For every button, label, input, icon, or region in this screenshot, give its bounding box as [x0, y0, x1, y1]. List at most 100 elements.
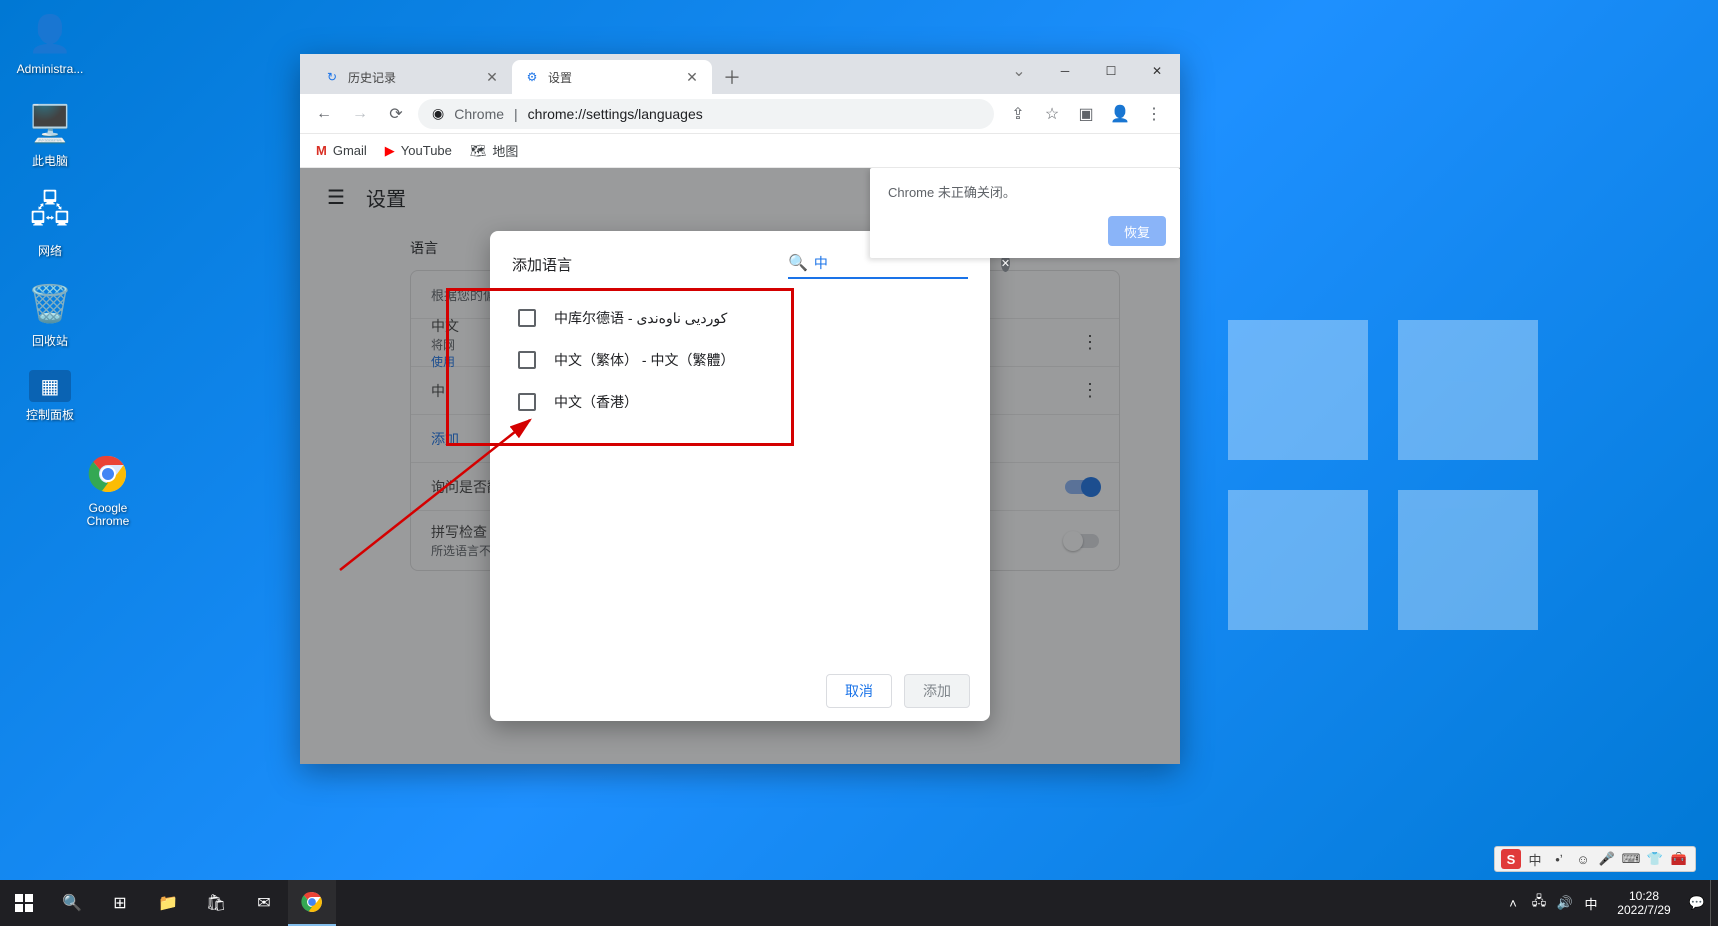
bookmark-label: 地图 [492, 141, 518, 160]
windows-logo [1228, 320, 1538, 630]
system-tray: ˄ 🖧 🔊 中 10:28 2022/7/29 💬 [1500, 880, 1718, 926]
tray-network-icon[interactable]: 🖧 [1526, 880, 1552, 926]
ime-toolbar[interactable]: S 中 •ʼ ☺ 🎤 ⌨ 👕 🧰 [1494, 846, 1696, 872]
window-controls: ⌄ ─ ☐ ✕ [996, 54, 1180, 88]
gear-icon: ⚙ [524, 69, 540, 85]
restore-button[interactable]: 恢复 [1108, 216, 1166, 246]
ime-half[interactable]: •ʼ [1549, 849, 1569, 869]
ime-voice[interactable]: 🎤 [1597, 849, 1617, 869]
gmail-icon: M [316, 143, 327, 158]
store-button[interactable]: 🛍 [192, 880, 240, 926]
desktop-icon-label: Administra... [10, 62, 90, 76]
annotation-arrow [320, 410, 580, 590]
desktop-icon-thispc[interactable]: 🖥️ 此电脑 [10, 100, 90, 169]
taskbar: 🔍 ⊞ 📁 🛍 ✉ ˄ 🖧 🔊 中 10:28 2022/7/29 💬 [0, 880, 1718, 926]
youtube-icon: ▶ [385, 143, 395, 159]
close-icon[interactable]: ✕ [484, 69, 500, 85]
clock-date: 2022/7/29 [1608, 903, 1680, 917]
bookmarks-bar: M Gmail ▶ YouTube 🗺地图 [300, 134, 1180, 168]
sidepanel-button[interactable]: ▣ [1070, 98, 1102, 130]
close-button[interactable]: ✕ [1134, 54, 1180, 88]
profile-button[interactable]: 👤 [1104, 98, 1136, 130]
network-icon: 🖧 [26, 190, 74, 238]
share-button[interactable]: ⇪ [1002, 98, 1034, 130]
new-tab-button[interactable]: ＋ [718, 63, 746, 91]
chrome-icon [84, 450, 132, 498]
maximize-button[interactable]: ☐ [1088, 54, 1134, 88]
cancel-button[interactable]: 取消 [826, 674, 892, 708]
forward-button[interactable]: → [346, 100, 374, 128]
chrome-prefix: Chrome [454, 106, 504, 122]
bookmark-label: YouTube [401, 143, 452, 158]
desktop-icon-administrator[interactable]: 👤 Administra... [10, 10, 90, 76]
start-button[interactable] [0, 880, 48, 926]
ime-skin[interactable]: 👕 [1645, 849, 1665, 869]
minimize-button[interactable]: ─ [1042, 54, 1088, 88]
user-icon: 👤 [26, 10, 74, 58]
add-button[interactable]: 添加 [904, 674, 970, 708]
back-button[interactable]: ← [310, 100, 338, 128]
bookmark-gmail[interactable]: M Gmail [316, 143, 367, 158]
clock-time: 10:28 [1608, 889, 1680, 903]
ime-emoji[interactable]: ☺ [1573, 849, 1593, 869]
reload-button[interactable]: ⟳ [382, 100, 410, 128]
mail-button[interactable]: ✉ [240, 880, 288, 926]
desktop-icon-label: 回收站 [10, 332, 90, 349]
omnibox-url: chrome://settings/languages [528, 106, 703, 122]
sogou-icon[interactable]: S [1501, 849, 1521, 869]
menu-button[interactable]: ⋮ [1138, 98, 1170, 130]
chrome-window: ↻ 历史记录 ✕ ⚙ 设置 ✕ ＋ ⌄ ─ ☐ ✕ ← → ⟳ ◉ Chrome… [300, 54, 1180, 764]
close-icon[interactable]: ✕ [684, 69, 700, 85]
tab-title: 设置 [548, 69, 572, 86]
show-desktop-button[interactable] [1710, 880, 1718, 926]
bookmark-button[interactable]: ☆ [1036, 98, 1068, 130]
language-label: 中库尔德语 - کوردیی ناوەندی [554, 308, 727, 328]
taskview-button[interactable]: ⊞ [96, 880, 144, 926]
tab-settings[interactable]: ⚙ 设置 ✕ [512, 60, 712, 94]
tray-volume-icon[interactable]: 🔊 [1552, 880, 1578, 926]
chrome-chip-icon: ◉ [432, 105, 444, 122]
language-option-kurdish[interactable]: 中库尔德语 - کوردیی ناوەندی [498, 297, 982, 339]
search-icon: 🔍 [788, 253, 808, 273]
desktop-icon-chrome[interactable]: Google Chrome [68, 450, 148, 528]
taskbar-chrome[interactable] [288, 880, 336, 926]
ime-toolbox[interactable]: 🧰 [1669, 849, 1689, 869]
pc-icon: 🖥️ [26, 100, 74, 148]
address-bar: ← → ⟳ ◉ Chrome | chrome://settings/langu… [300, 94, 1180, 134]
omnibox[interactable]: ◉ Chrome | chrome://settings/languages [418, 99, 994, 129]
language-option-traditional[interactable]: 中文（繁体） - 中文（繁體） [498, 339, 982, 381]
checkbox[interactable] [518, 393, 536, 411]
action-center-button[interactable]: 💬 [1684, 880, 1710, 926]
search-button[interactable]: 🔍 [48, 880, 96, 926]
explorer-button[interactable]: 📁 [144, 880, 192, 926]
crash-text: Chrome 未正确关闭。 [888, 182, 1162, 201]
desktop-icon-label: Google Chrome [68, 502, 148, 528]
bookmark-maps[interactable]: 🗺地图 [470, 141, 519, 160]
bookmark-youtube[interactable]: ▶ YouTube [385, 143, 452, 159]
tab-strip: ↻ 历史记录 ✕ ⚙ 设置 ✕ ＋ [300, 58, 996, 94]
chrome-titlebar[interactable]: ↻ 历史记录 ✕ ⚙ 设置 ✕ ＋ ⌄ ─ ☐ ✕ [300, 54, 1180, 94]
desktop-icon-controlpanel[interactable]: ▦ 控制面板 [10, 370, 90, 423]
desktop-icon-network[interactable]: 🖧 网络 [10, 190, 90, 259]
tray-ime-icon[interactable]: 中 [1578, 880, 1604, 926]
desktop-icon-recycle[interactable]: 🗑️ 回收站 [10, 280, 90, 349]
desktop-icon-label: 此电脑 [10, 152, 90, 169]
language-label: 中文（繁体） - 中文（繁體） [554, 350, 734, 370]
tab-history[interactable]: ↻ 历史记录 ✕ [312, 60, 512, 94]
desktop-icon-label: 控制面板 [10, 406, 90, 423]
language-label: 中文（香港） [554, 392, 638, 412]
checkbox[interactable] [518, 351, 536, 369]
ime-keyboard[interactable]: ⌨ [1621, 849, 1641, 869]
tray-overflow[interactable]: ˄ [1500, 880, 1526, 926]
ime-lang[interactable]: 中 [1525, 849, 1545, 869]
bookmark-label: Gmail [333, 143, 367, 158]
dialog-footer: 取消 添加 [490, 661, 990, 721]
chevron-down-icon[interactable]: ⌄ [996, 54, 1042, 88]
tab-title: 历史记录 [348, 69, 396, 86]
desktop-icon-label: 网络 [10, 242, 90, 259]
dialog-title: 添加语言 [512, 254, 572, 275]
history-icon: ↻ [324, 69, 340, 85]
recycle-icon: 🗑️ [26, 280, 74, 328]
taskbar-clock[interactable]: 10:28 2022/7/29 [1604, 883, 1684, 923]
checkbox[interactable] [518, 309, 536, 327]
